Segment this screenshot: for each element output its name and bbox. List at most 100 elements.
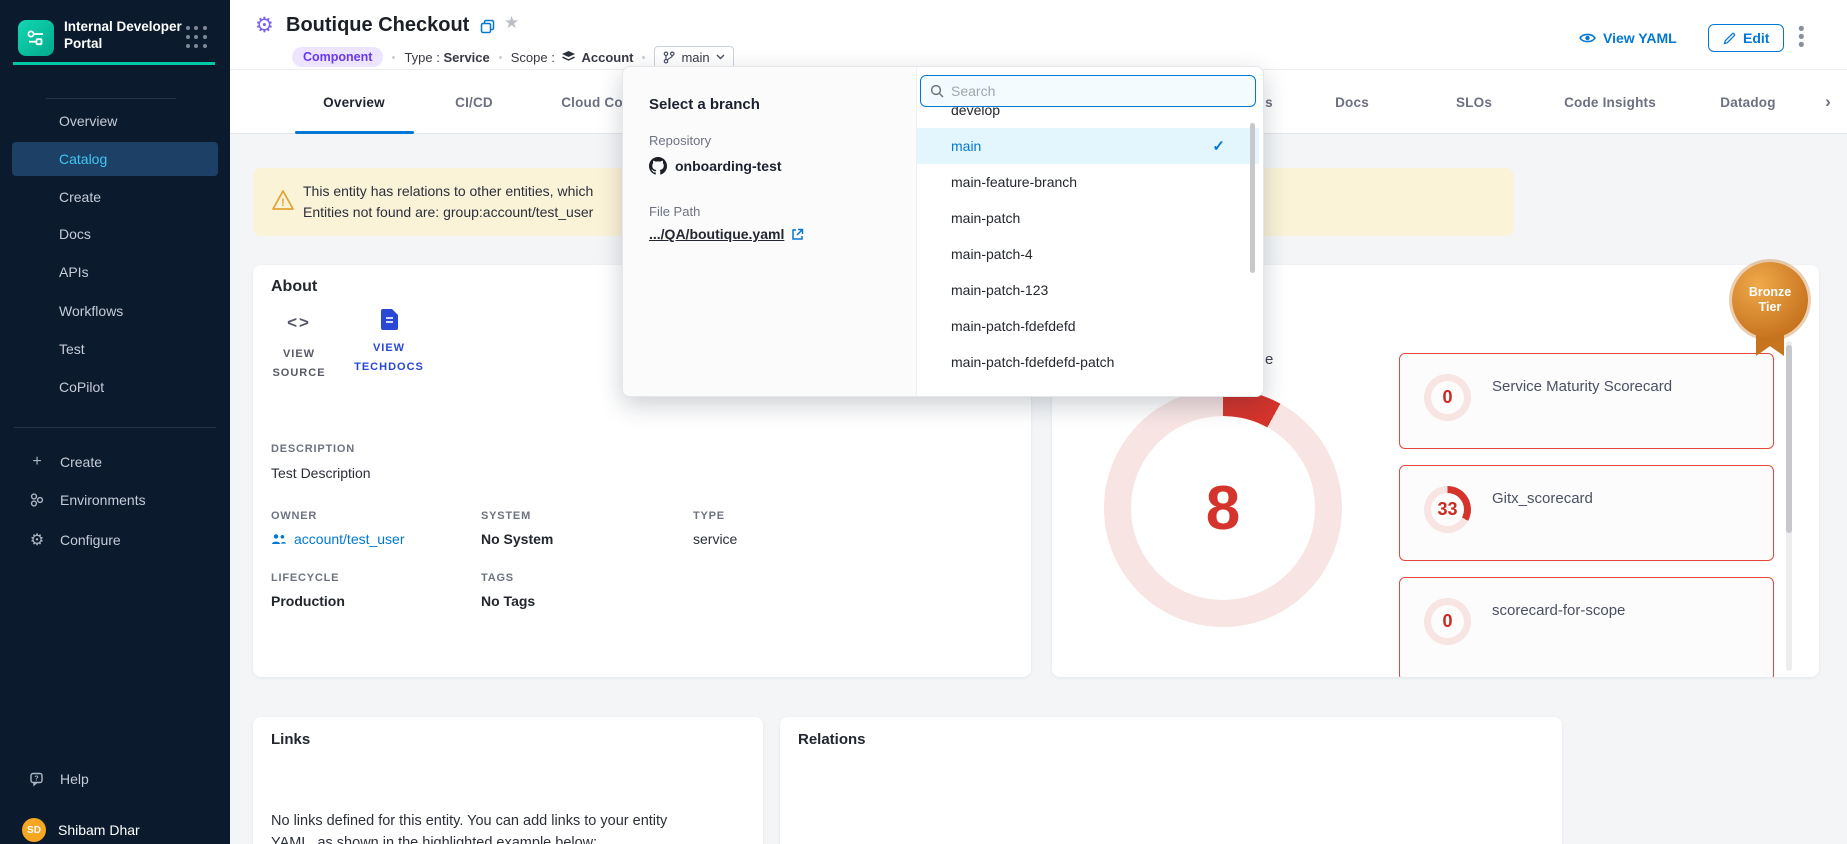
scorecards-scrollbar-thumb[interactable] (1786, 345, 1792, 533)
scorecard-title: scorecard-for-scope (1492, 602, 1625, 619)
entity-header: ⚙ Boutique Checkout ★ Component Type : S… (230, 0, 1847, 70)
help-button[interactable]: ? Help (16, 764, 216, 794)
type-label: TYPE (693, 510, 725, 522)
svg-text:!: ! (281, 197, 285, 209)
scope-layers-icon (561, 50, 576, 64)
system-value: No System (481, 531, 553, 547)
tab-datadog[interactable]: Datadog (1720, 70, 1775, 134)
favorite-star-icon[interactable]: ★ (504, 13, 519, 33)
sidebar-item-test[interactable]: Test (12, 332, 218, 366)
tab-cicd[interactable]: CI/CD (455, 70, 493, 134)
branch-search-input[interactable] (951, 83, 1231, 99)
links-title: Links (271, 731, 310, 748)
branch-option[interactable]: main-patch-fdefdefd-patch (917, 344, 1264, 380)
view-yaml-button[interactable]: View YAML (1579, 30, 1677, 46)
branch-option-main-selected[interactable]: main ✓ (917, 128, 1259, 164)
type-value: service (693, 531, 737, 547)
external-link-icon[interactable] (791, 228, 804, 241)
sidebar-item-create[interactable]: Create (12, 180, 218, 214)
scope-value: Account (581, 50, 633, 65)
branch-select-popup: Select a branch Repository onboarding-te… (622, 66, 1264, 397)
warning-text: This entity has relations to other entit… (303, 181, 593, 223)
chevron-down-icon (716, 54, 725, 60)
help-chat-icon: ? (28, 770, 46, 788)
edit-button[interactable]: Edit (1708, 24, 1784, 52)
user-name: Shibam Dhar (58, 822, 140, 838)
tab-cloud-cost[interactable]: Cloud Co (561, 70, 623, 134)
scorecard-item[interactable]: 33 Gitx_scorecard (1399, 465, 1774, 561)
branch-selector-value: main (681, 50, 709, 65)
view-source-button[interactable]: <> VIEW SOURCE (263, 313, 335, 383)
partially-hidden-heading: e (1265, 351, 1273, 368)
copy-icon[interactable] (480, 19, 495, 34)
scope-label: Scope : (511, 50, 555, 65)
type-value: Service (443, 50, 489, 65)
branch-option[interactable]: main-patch-fdefdefd (917, 308, 1264, 344)
file-path-label: File Path (649, 204, 700, 219)
gear-icon: ⚙ (28, 531, 46, 549)
sidebar-shortcut-create[interactable]: + Create (16, 447, 216, 477)
sidebar-item-copilot[interactable]: CoPilot (12, 370, 218, 404)
scorecard-title: Service Maturity Scorecard (1492, 378, 1672, 395)
sidebar-item-catalog[interactable]: Catalog (12, 142, 218, 176)
file-path-row: .../QA/boutique.yaml (649, 226, 804, 242)
branch-option[interactable]: main-feature-branch (917, 164, 1264, 200)
relations-title: Relations (798, 731, 866, 748)
tab-code-insights[interactable]: Code Insights (1564, 70, 1656, 134)
sidebar: Internal Developer Portal Overview Catal… (0, 0, 230, 844)
branch-popup-info-pane: Select a branch Repository onboarding-te… (623, 67, 917, 397)
document-icon (349, 309, 429, 330)
scorecard-item[interactable]: 0 scorecard-for-scope (1399, 577, 1774, 677)
code-icon: <> (263, 313, 335, 333)
sidebar-shortcut-environments[interactable]: Environments (16, 485, 216, 515)
scorecard-item[interactable]: 0 Service Maturity Scorecard (1399, 353, 1774, 449)
plus-icon: + (28, 453, 46, 471)
sliders-icon (26, 28, 46, 48)
user-avatar: SD (22, 818, 46, 842)
links-card: Links No links defined for this entity. … (253, 717, 763, 844)
tab-overview[interactable]: Overview (323, 70, 385, 134)
popup-title: Select a branch (649, 96, 760, 113)
relations-card: Relations (780, 717, 1562, 844)
pencil-icon (1723, 32, 1736, 45)
branch-option[interactable]: main-patch-123 (917, 272, 1264, 308)
sidebar-item-workflows[interactable]: Workflows (12, 294, 218, 328)
branch-option[interactable]: main-patch-4 (917, 236, 1264, 272)
entity-kind-gear-icon: ⚙ (255, 13, 274, 38)
scorecard-ring: 0 (1424, 374, 1471, 421)
branch-list-scrollbar-thumb[interactable] (1250, 123, 1255, 273)
entity-title: Boutique Checkout (286, 14, 469, 37)
tab-partially-hidden[interactable]: s (1265, 70, 1273, 134)
active-tab-underline (295, 131, 414, 134)
about-title: About (271, 278, 317, 296)
tab-slos[interactable]: SLOs (1456, 70, 1492, 134)
sidebar-item-apis[interactable]: APIs (12, 255, 218, 289)
repository-label: Repository (649, 133, 711, 148)
lifecycle-label: LIFECYCLE (271, 572, 339, 584)
scorecard-ring: 0 (1424, 598, 1471, 645)
branch-option[interactable]: main-patch (917, 200, 1264, 236)
system-label: SYSTEM (481, 510, 531, 522)
sidebar-shortcut-configure[interactable]: ⚙ Configure (16, 525, 216, 555)
branch-search (920, 75, 1256, 107)
repository-name: onboarding-test (675, 158, 782, 174)
group-icon (271, 533, 287, 545)
app-title: Internal Developer Portal (64, 18, 182, 52)
sidebar-item-docs[interactable]: Docs (12, 217, 218, 251)
more-options-icon[interactable]: ••• (1798, 26, 1805, 50)
owner-link[interactable]: account/test_user (271, 531, 405, 547)
dot-separator (499, 56, 502, 59)
file-path-link[interactable]: .../QA/boutique.yaml (649, 226, 784, 242)
view-techdocs-button[interactable]: VIEW TECHDOCS (349, 309, 429, 377)
check-icon: ✓ (1212, 137, 1225, 155)
svg-text:?: ? (34, 775, 38, 782)
tab-docs[interactable]: Docs (1335, 70, 1369, 134)
user-menu[interactable]: SD Shibam Dhar (22, 818, 140, 842)
module-switcher-icon[interactable] (186, 26, 208, 50)
sidebar-accent-bar (13, 62, 215, 65)
tabs-overflow-chevron-icon[interactable]: › (1825, 70, 1831, 134)
app-logo[interactable] (18, 20, 54, 56)
sidebar-item-overview[interactable]: Overview (12, 104, 218, 138)
kind-badge: Component (292, 47, 383, 67)
app-window: Internal Developer Portal Overview Catal… (0, 0, 1847, 844)
